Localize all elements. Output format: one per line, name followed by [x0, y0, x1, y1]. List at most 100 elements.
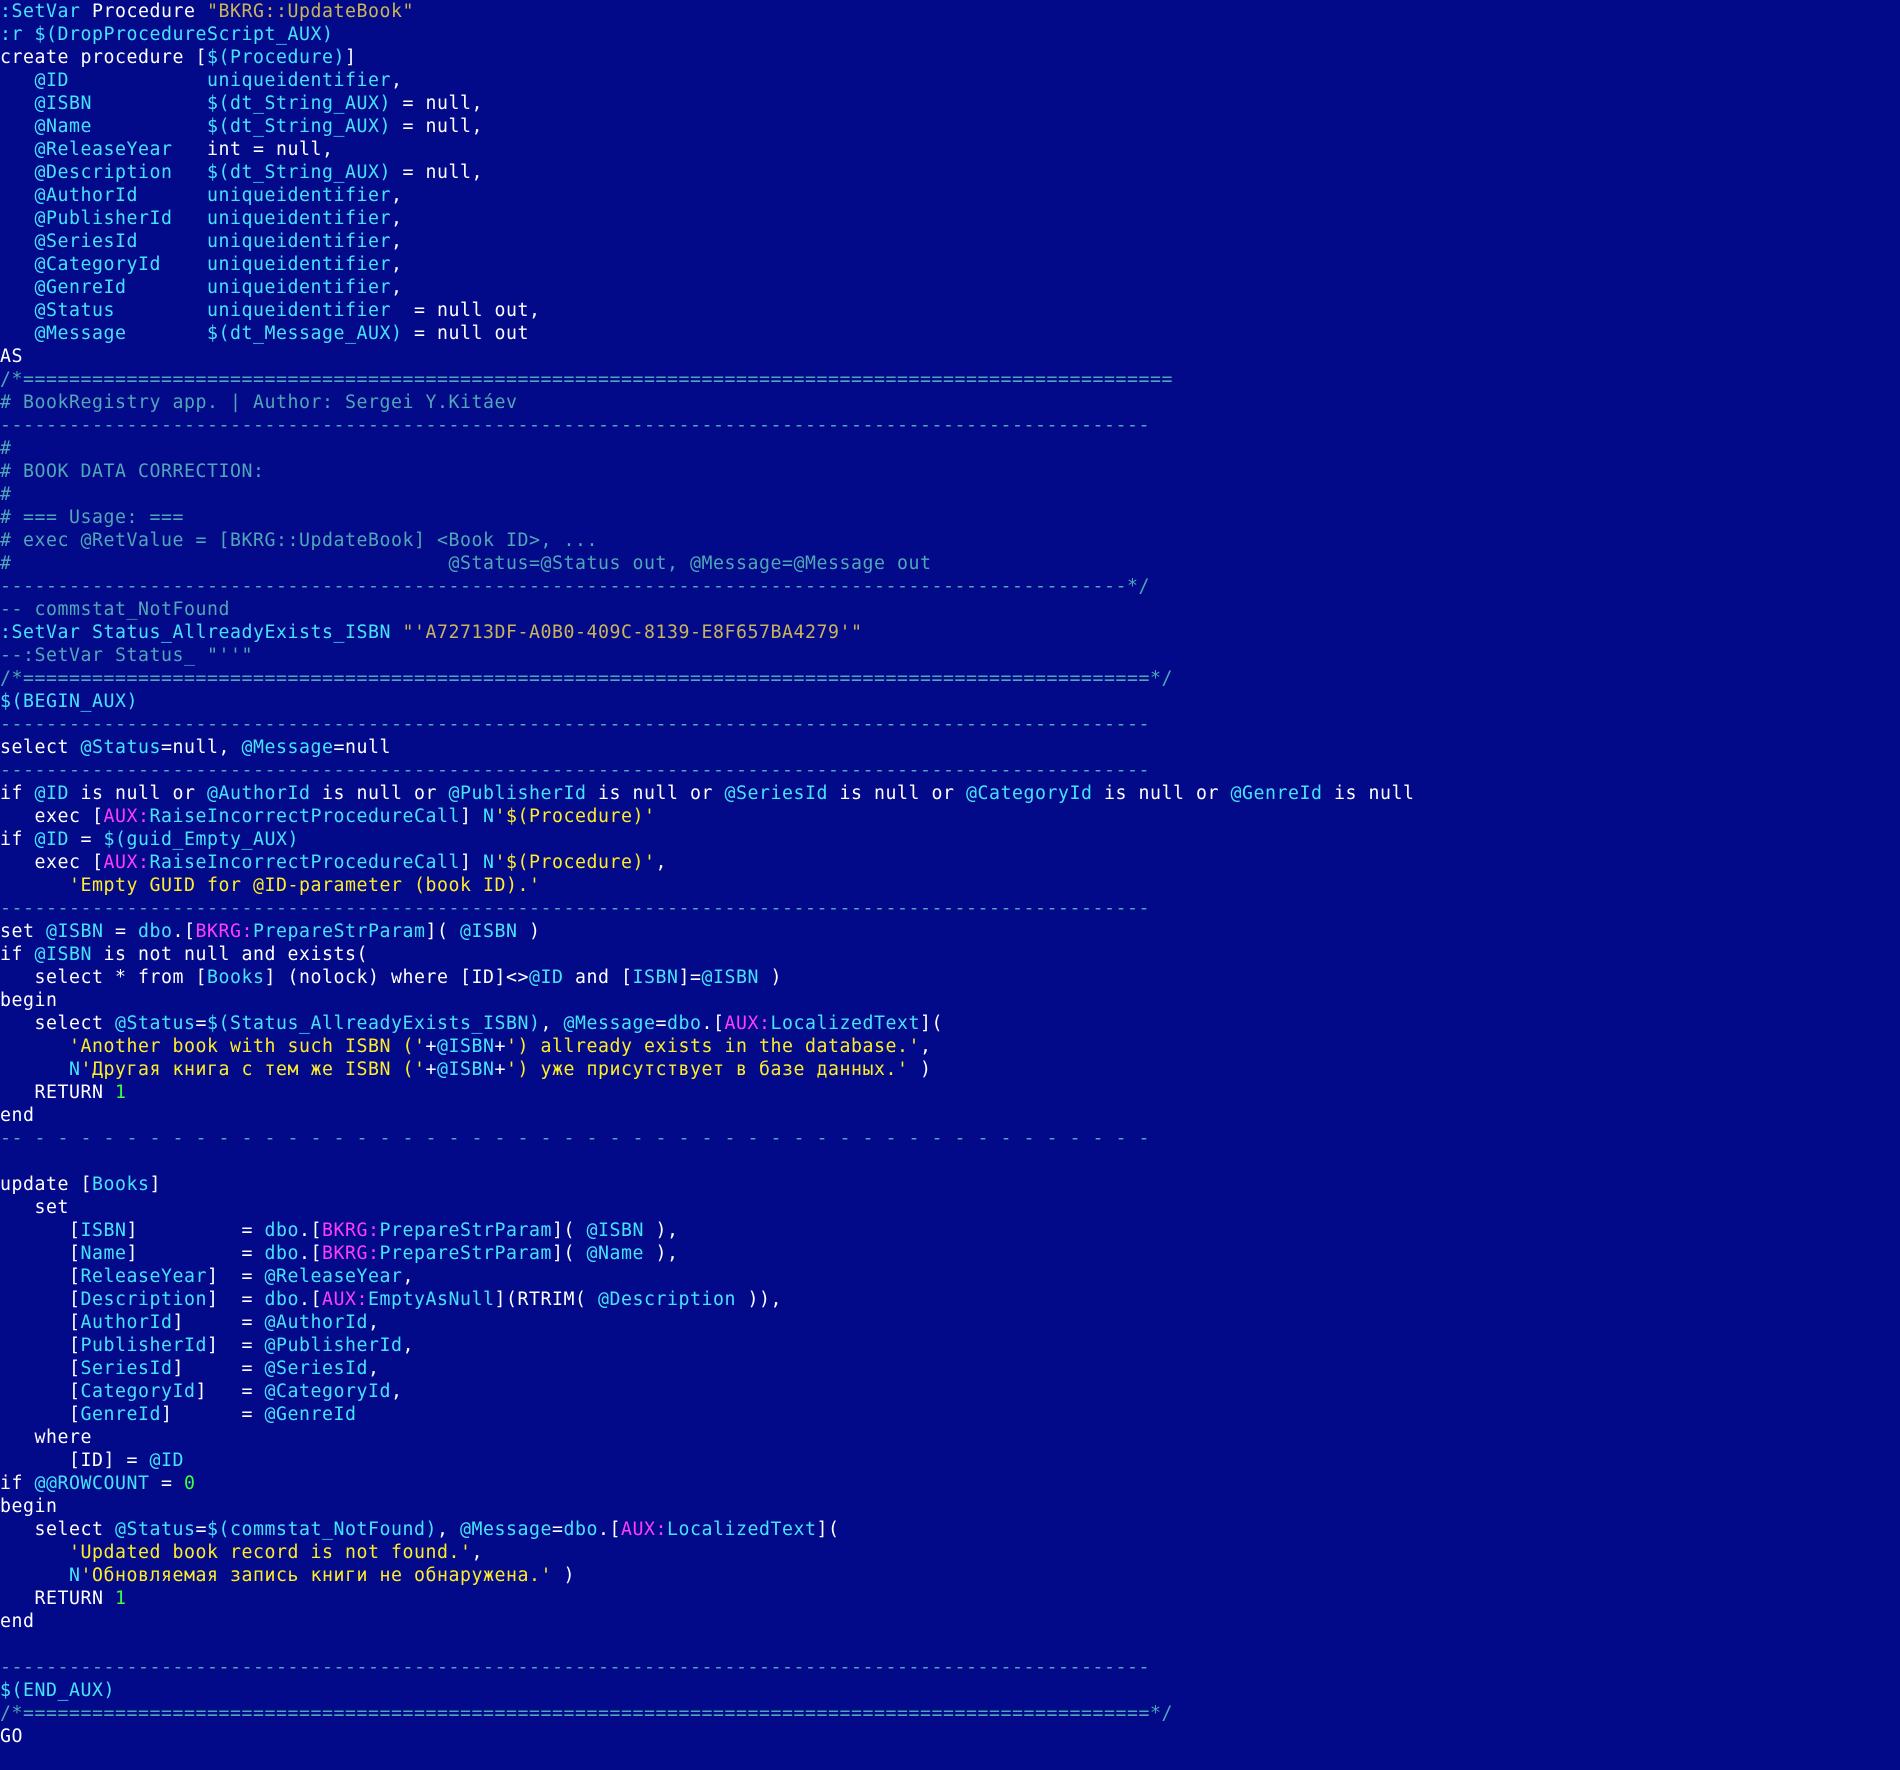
code-token: $(dt_Message_AUX) [207, 323, 403, 344]
code-token: = [103, 921, 138, 942]
code-line: end [0, 1610, 1900, 1633]
code-line: # BookRegistry app. | Author: Sergei Y.K… [0, 391, 1900, 414]
code-token: @ID [529, 967, 564, 988]
code-token: @PublisherId [264, 1335, 403, 1356]
code-token: select [0, 737, 81, 758]
code-token: @ISBN [34, 93, 92, 114]
code-token: ----------------------------------------… [0, 1657, 1150, 1678]
code-token: @ReleaseYear [264, 1266, 403, 1287]
code-token: ] [460, 806, 483, 827]
code-token: --:SetVar Status_ "''" [0, 645, 253, 666]
code-token: uniqueidentifier [207, 254, 391, 275]
code-token: , [920, 1036, 932, 1057]
code-token: @ID [34, 70, 69, 91]
code-token: select [0, 1519, 115, 1540]
code-line: if @@ROWCOUNT = 0 [0, 1472, 1900, 1495]
code-token: + [425, 1059, 437, 1080]
code-token: ] = [161, 1404, 265, 1425]
code-token: RETURN [0, 1082, 115, 1103]
code-line: @PublisherId uniqueidentifier, [0, 207, 1900, 230]
code-token: if [0, 783, 35, 804]
code-line: :SetVar Status_AllreadyExists_ISBN "'A72… [0, 621, 1900, 644]
code-token: ] (nolock) where [ID]<> [264, 967, 529, 988]
code-token: ----------------------------------------… [0, 714, 1150, 735]
code-token: $(BEGIN_AUX) [0, 691, 138, 712]
code-line: if @ISBN is not null and exists( [0, 943, 1900, 966]
code-token: CategoryId [80, 1381, 196, 1402]
code-token: @PublisherId [34, 208, 173, 229]
code-token: .[ [701, 1013, 725, 1034]
code-line: [AuthorId] = @AuthorId, [0, 1311, 1900, 1334]
code-token: [ID] = [0, 1450, 150, 1471]
code-line: RETURN 1 [0, 1081, 1900, 1104]
code-token: , [391, 1381, 403, 1402]
code-token: # [0, 484, 12, 505]
code-line: [Name] = dbo.[BKRG:PrepareStrParam]( @Na… [0, 1242, 1900, 1265]
code-token: @ISBN [460, 921, 518, 942]
code-token: is null or [828, 783, 966, 804]
code-token: [ [0, 1335, 81, 1356]
code-token: # @Status=@Status out, @Message=@Message… [0, 553, 932, 574]
code-token: uniqueidentifier [207, 185, 391, 206]
code-token: = null, [391, 116, 483, 137]
code-token: ), [644, 1220, 679, 1241]
code-line: N'Другая книга с тем же ISBN ('+@ISBN+')… [0, 1058, 1900, 1081]
code-token: @GenreId [34, 277, 127, 298]
code-editor[interactable]: :SetVar Procedure "BKRG::UpdateBook":r $… [0, 0, 1900, 1770]
code-token: is null or [69, 783, 207, 804]
code-token: , [391, 254, 403, 275]
code-token: where [0, 1427, 92, 1448]
code-token: exec [ [0, 852, 104, 873]
code-line: -- commstat_NotFound [0, 598, 1900, 621]
code-line: set [0, 1196, 1900, 1219]
code-token: = null out [402, 323, 529, 344]
code-line: ----------------------------------------… [0, 575, 1900, 598]
code-token: GenreId [80, 1404, 161, 1425]
code-token: SeriesId [80, 1358, 173, 1379]
code-token: if [0, 1473, 35, 1494]
code-token: .[ [299, 1220, 322, 1241]
code-token: AS [0, 346, 23, 367]
code-token: $(DropProcedureScript_AUX) [34, 24, 334, 45]
code-token: @AuthorId [207, 783, 311, 804]
code-line: /*======================================… [0, 368, 1900, 391]
code-token: @Message [563, 1013, 656, 1034]
code-token: N [483, 806, 495, 827]
code-token: AUX: [103, 806, 150, 827]
code-line: exec [AUX:RaiseIncorrectProcedureCall] N… [0, 805, 1900, 828]
code-line: exec [AUX:RaiseIncorrectProcedureCall] N… [0, 851, 1900, 874]
code-token: , [402, 1266, 414, 1287]
code-token: -- commstat_NotFound [0, 599, 230, 620]
code-token: [ [0, 1312, 81, 1333]
code-token: = [195, 1013, 207, 1034]
code-token: @GenreId [264, 1404, 357, 1425]
code-token: @CategoryId [34, 254, 161, 275]
code-token: [ [0, 1404, 81, 1425]
code-token: @Message [241, 737, 334, 758]
code-token: 'Updated book record is not found.' [69, 1542, 472, 1563]
code-token: GO [0, 1726, 23, 1747]
code-line: # [0, 483, 1900, 506]
code-token: 'Empty GUID for @ID-parameter (book ID).… [69, 875, 541, 896]
code-line: RETURN 1 [0, 1587, 1900, 1610]
code-token: RaiseIncorrectProcedureCall [149, 806, 460, 827]
code-token: ]( [816, 1519, 840, 1540]
code-token: "'A72713DF-A0B0-409C-8139-E8F657BA4279'" [402, 622, 863, 643]
code-line: [PublisherId] = @PublisherId, [0, 1334, 1900, 1357]
code-token: @SeriesId [264, 1358, 368, 1379]
code-token: @Status [80, 737, 161, 758]
code-token: = null, [391, 93, 483, 114]
code-token: @Message [460, 1519, 552, 1540]
code-token: dbo [563, 1519, 598, 1540]
code-token: dbo [667, 1013, 702, 1034]
code-line: AS [0, 345, 1900, 368]
code-token: .[ [299, 1289, 322, 1310]
code-token: set [0, 1197, 69, 1218]
